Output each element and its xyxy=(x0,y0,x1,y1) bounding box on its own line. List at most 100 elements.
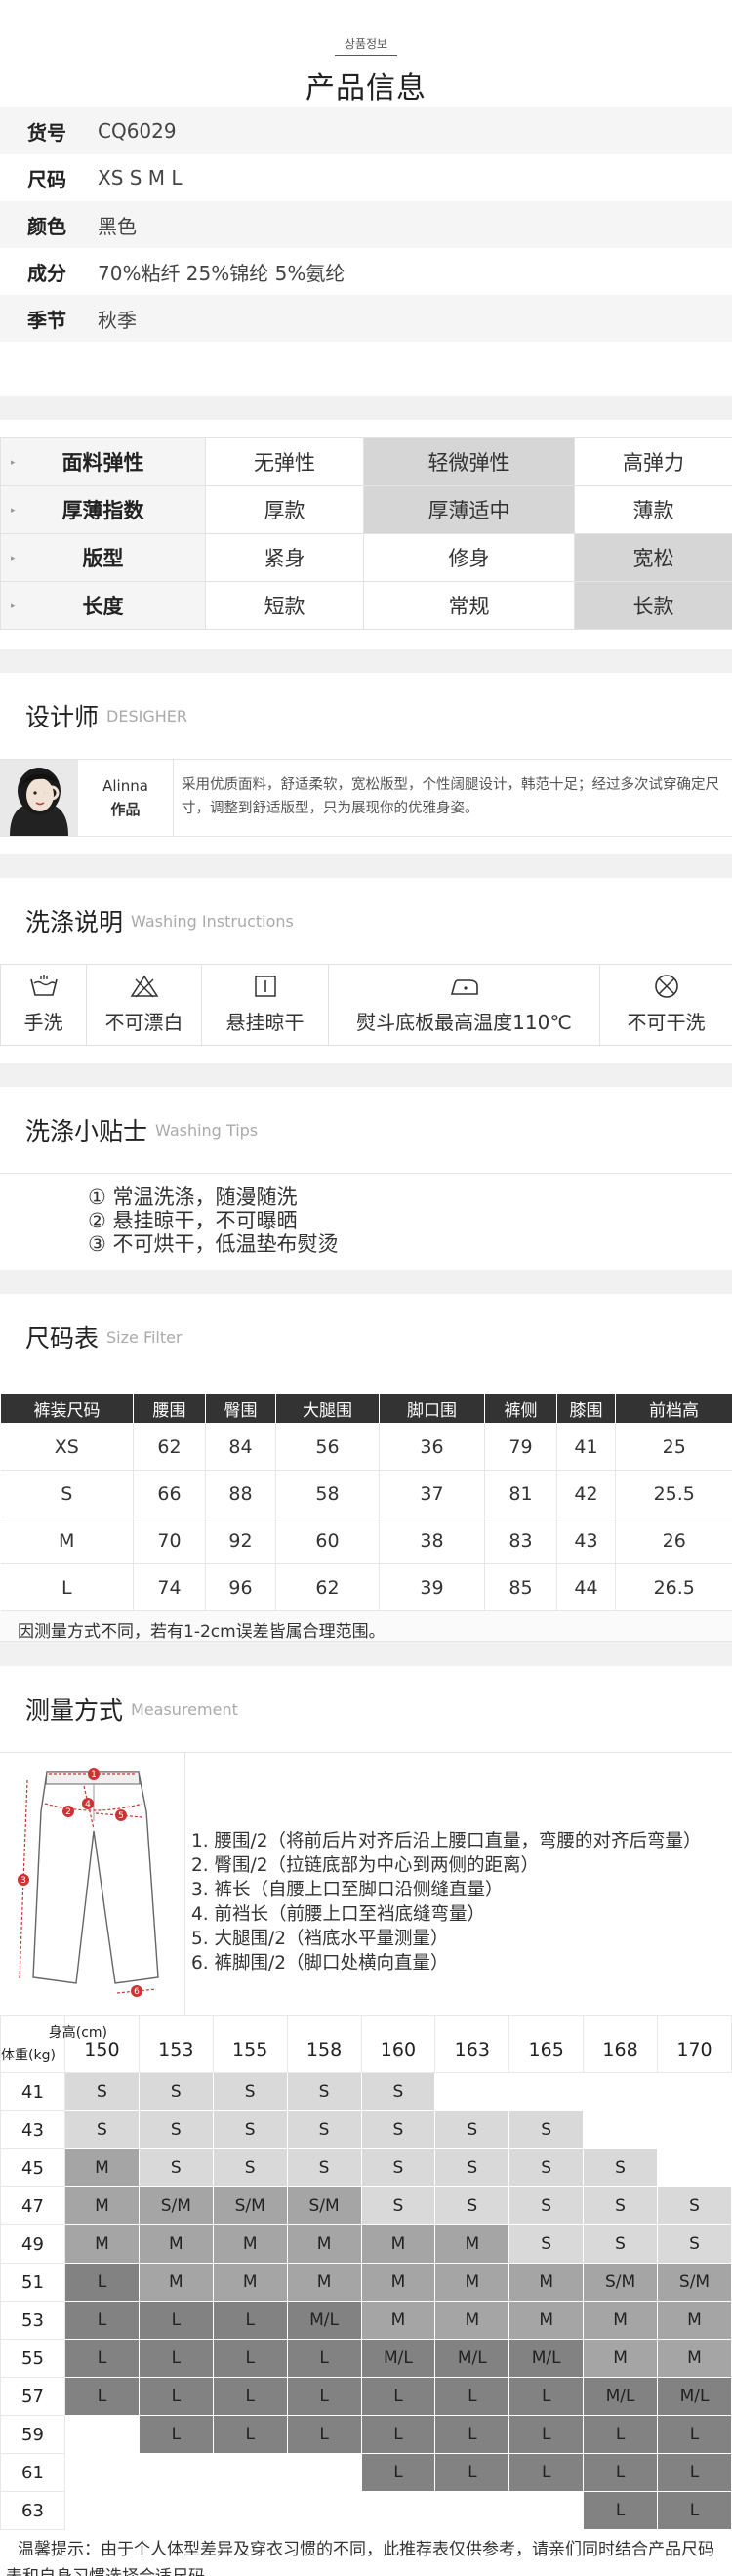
size-table-cell: 83 xyxy=(484,1517,557,1564)
no-bleach-icon xyxy=(130,975,158,998)
grid-cell xyxy=(583,2072,658,2111)
measurement-list: 1. 腰围/2（将前后片对齐后沿上腰口直量，弯腰的对齐后弯量） 2. 臀围/2（拉… xyxy=(185,1753,702,2015)
grid-row: 45 M S S S S S S S xyxy=(0,2148,732,2187)
attribute-option: 无弹性 xyxy=(205,437,364,486)
grid-cell: L xyxy=(583,2453,658,2492)
size-table: 裤装尺码 腰围 臀围 大腿围 脚口围 裤侧 膝围 前档高 XS 62 84 56 36 79 41 25 S 6… xyxy=(0,1393,732,1611)
size-table-cell: L xyxy=(0,1563,134,1611)
grid-cell: L xyxy=(583,2491,658,2530)
grid-cell xyxy=(138,2491,214,2530)
grid-cell: L xyxy=(508,2377,585,2416)
grid-cell: L xyxy=(64,2263,140,2302)
iron-icon xyxy=(450,979,478,995)
no-tumble-dry-icon xyxy=(654,975,678,998)
size-table-cell: 25 xyxy=(615,1423,732,1471)
grid-cell: L xyxy=(657,2491,732,2530)
section-divider xyxy=(0,1642,732,1666)
size-table-title-en: Size Filter xyxy=(106,1327,183,1347)
attribute-option: 薄款 xyxy=(574,485,732,534)
tip-item: ③ 不可烘干，低温垫布熨烫 xyxy=(88,1232,339,1256)
grid-cell: M xyxy=(360,2263,436,2302)
grid-cell xyxy=(434,2072,510,2111)
grid-cell: M xyxy=(657,2339,732,2378)
warm-tip: 温馨提示：由于个人体型差异及穿衣习惯的不同，此推荐表仅供参考，请亲们同时结合产品… xyxy=(6,2540,714,2576)
wash-label: 手洗 xyxy=(23,1011,63,1034)
tips-title-en: Washing Tips xyxy=(155,1120,259,1140)
tips-list: ① 常温洗涤，随漫随洗 ② 悬挂晾干，不可曝晒 ③ 不可烘干，低温垫布熨烫 xyxy=(0,1173,732,1270)
grid-cell: M/L xyxy=(583,2377,658,2416)
grid-cell: L xyxy=(657,2453,732,2492)
grid-cell xyxy=(508,2491,585,2530)
size-table-cell: 56 xyxy=(275,1423,380,1471)
attribute-option: 短款 xyxy=(205,581,364,630)
grid-cell xyxy=(657,2072,732,2111)
grid-cell: S xyxy=(138,2072,214,2111)
grid-cell xyxy=(64,2491,140,2530)
measurement-item: 1. 腰围/2（将前后片对齐后沿上腰口直量，弯腰的对齐后弯量） xyxy=(191,1831,702,1851)
grid-cell: L xyxy=(508,2415,585,2454)
grid-cell: S xyxy=(508,2224,585,2264)
grid-cell: L xyxy=(360,2453,436,2492)
grid-cell xyxy=(286,2453,362,2492)
measurement-title-en: Measurement xyxy=(131,1699,238,1719)
attribute-option-selected: 长款 xyxy=(574,581,732,630)
wash-label: 熨斗底板最高温度110℃ xyxy=(356,1011,572,1034)
washing-title: 洗涤说明 xyxy=(25,908,124,936)
size-table-cell: 70 xyxy=(133,1517,206,1564)
designer-title: 设计师 xyxy=(25,703,100,731)
grid-cell: S xyxy=(508,2148,585,2187)
size-table-cell: 38 xyxy=(379,1517,485,1564)
grid-cell: S xyxy=(64,2110,140,2149)
tips-section-title: 洗涤小贴士 Washing Tips xyxy=(0,1087,732,1173)
grid-cell: S xyxy=(286,2148,362,2187)
grid-cell: S xyxy=(583,2186,658,2225)
grid-cell: M xyxy=(360,2224,436,2264)
size-table-cell: 62 xyxy=(133,1423,206,1471)
pants-diagram: 1 2 3 4 5 6 xyxy=(0,1753,185,2015)
measurement-item: 6. 裤脚围/2（脚口处横向直量） xyxy=(191,1953,449,1974)
grid-height-header: 170 xyxy=(657,2015,732,2073)
wash-label: 悬挂晾干 xyxy=(225,1011,305,1034)
size-table-cell: 88 xyxy=(205,1470,276,1517)
grid-row: 41 S S S S S xyxy=(0,2072,732,2111)
size-table-row: XS 62 84 56 36 79 41 25 xyxy=(0,1423,732,1471)
grid-weight-header: 63 xyxy=(0,2491,65,2530)
grid-cell: L xyxy=(434,2453,510,2492)
designer-name-block: Alinna 作品 xyxy=(78,760,174,836)
grid-cell: L xyxy=(138,2377,214,2416)
washing-table: 手洗 不可漂白 悬挂晾干 熨斗底板最高温度110℃ 不可干洗 xyxy=(0,964,732,1046)
designer-name: Alinna xyxy=(102,776,148,795)
grid-cell: L xyxy=(64,2301,140,2340)
size-table-title: 尺码表 xyxy=(25,1324,100,1352)
grid-cell: M xyxy=(657,2301,732,2340)
info-value: XS S M L xyxy=(98,166,183,189)
grid-cell: S xyxy=(360,2186,436,2225)
attribute-label-text: 厚薄指数 xyxy=(61,499,144,522)
grid-cell xyxy=(434,2491,510,2530)
grid-cell: S xyxy=(64,2072,140,2111)
grid-cell: S xyxy=(286,2072,362,2111)
grid-cell: M xyxy=(508,2263,585,2302)
hang-dry-icon xyxy=(254,976,276,997)
attribute-option: 修身 xyxy=(363,533,575,582)
pants-diagram-illustration: 1 2 3 4 5 6 xyxy=(18,1768,159,1997)
grid-cell: M xyxy=(286,2224,362,2264)
size-table-cell: 37 xyxy=(379,1470,485,1517)
size-table-section-title: 尺码表 Size Filter xyxy=(0,1294,732,1380)
attribute-table: ▸ 面料弹性 无弹性 轻微弹性 高弹力 ▸ 厚薄指数 厚款 厚薄适中 薄款 ▸ 版型 紧身 修身 宽松 ▸ 长度… xyxy=(0,437,732,630)
grid-cell: M xyxy=(212,2224,288,2264)
tips-title: 洗涤小贴士 xyxy=(25,1117,148,1145)
grid-cell xyxy=(360,2491,436,2530)
section-divider xyxy=(0,396,732,420)
grid-cell: S xyxy=(138,2148,214,2187)
info-key: 货号 xyxy=(27,120,66,145)
measurement-item: 5. 大腿围/2（裆底水平量测量） xyxy=(191,1929,449,1949)
size-table-cell: XS xyxy=(0,1423,134,1471)
info-key: 成分 xyxy=(27,261,66,285)
washing-section-title: 洗涤说明 Washing Instructions xyxy=(0,878,732,964)
size-table-cell: 60 xyxy=(275,1517,380,1564)
attribute-option: 厚款 xyxy=(205,485,364,534)
height-axis-label: 身高(cm) xyxy=(48,2025,107,2041)
bullet-icon: ▸ xyxy=(11,506,16,516)
